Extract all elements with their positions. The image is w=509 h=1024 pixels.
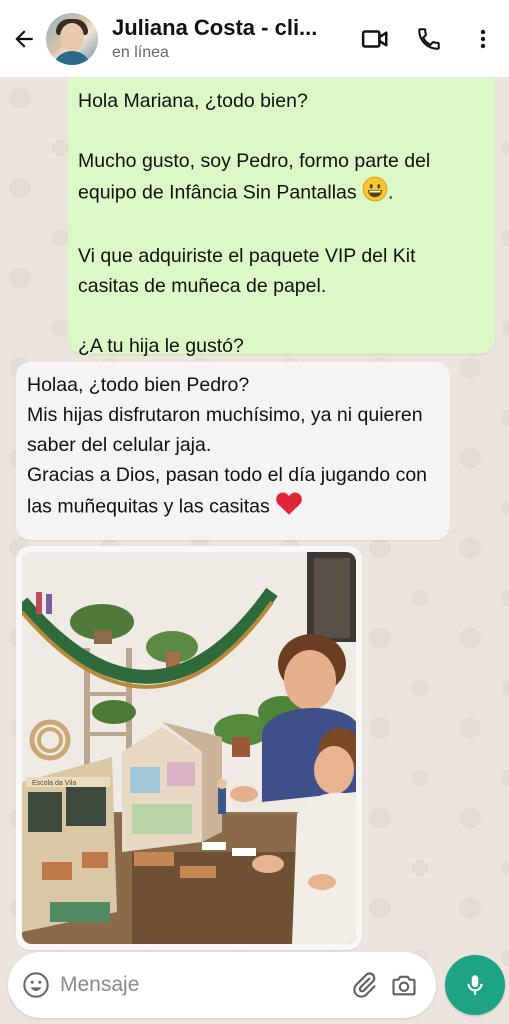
outgoing-message[interactable]: Hola Mariana, ¿todo bien? Mucho gusto, s… (68, 64, 495, 357)
message-text: Gracias a Dios, pasan todo el día jugand… (27, 460, 438, 525)
red-heart-emoji (275, 490, 303, 525)
message-composer: Mensaje (8, 952, 436, 1018)
camera-button[interactable] (384, 965, 424, 1005)
back-arrow-icon (15, 29, 33, 48)
video-call-button[interactable] (353, 17, 397, 61)
emoji-icon[interactable] (22, 971, 50, 999)
phone-icon (418, 27, 440, 50)
paperclip-icon (353, 972, 376, 998)
more-vert-icon (480, 29, 486, 48)
mic-icon (467, 975, 483, 995)
message-text: Vi que adquiriste el paquete VIP del Kit… (78, 245, 416, 297)
image-message[interactable]: Escola da Vila (16, 546, 362, 950)
message-text: Hola Mariana, ¿todo bien? (78, 90, 308, 112)
incoming-message[interactable]: Holaa, ¿todo bien Pedro? Mis hijas disfr… (16, 362, 450, 540)
voice-call-button[interactable] (407, 17, 451, 61)
message-text: Holaa, ¿todo bien Pedro? (27, 374, 250, 396)
message-text: Mis hijas disfrutaron muchísimo, ya ni q… (27, 404, 423, 456)
message-text: ¿A tu hija le gustó? (78, 335, 244, 357)
back-button[interactable] (4, 19, 44, 59)
message-text: Mucho gusto, soy Pedro, formo parte del … (78, 146, 481, 211)
photo-kids-playing-paper-dollhouse[interactable]: Escola da Vila (22, 552, 356, 944)
attach-button[interactable] (344, 965, 384, 1005)
video-call-icon (361, 29, 388, 48)
menu-button[interactable] (461, 17, 505, 61)
contact-info[interactable]: Juliana Costa - cli... en línea (112, 15, 353, 62)
contact-name: Juliana Costa - cli... (112, 15, 318, 40)
message-input[interactable]: Mensaje (60, 973, 344, 997)
camera-icon (392, 975, 416, 996)
grinning-face-emoji (362, 176, 388, 211)
chat-header: Juliana Costa - cli... en línea (0, 0, 509, 78)
avatar[interactable] (46, 12, 98, 65)
school-board-label: Escola da Vila (32, 780, 76, 787)
contact-status: en línea (112, 44, 169, 61)
mic-button[interactable] (445, 955, 505, 1015)
